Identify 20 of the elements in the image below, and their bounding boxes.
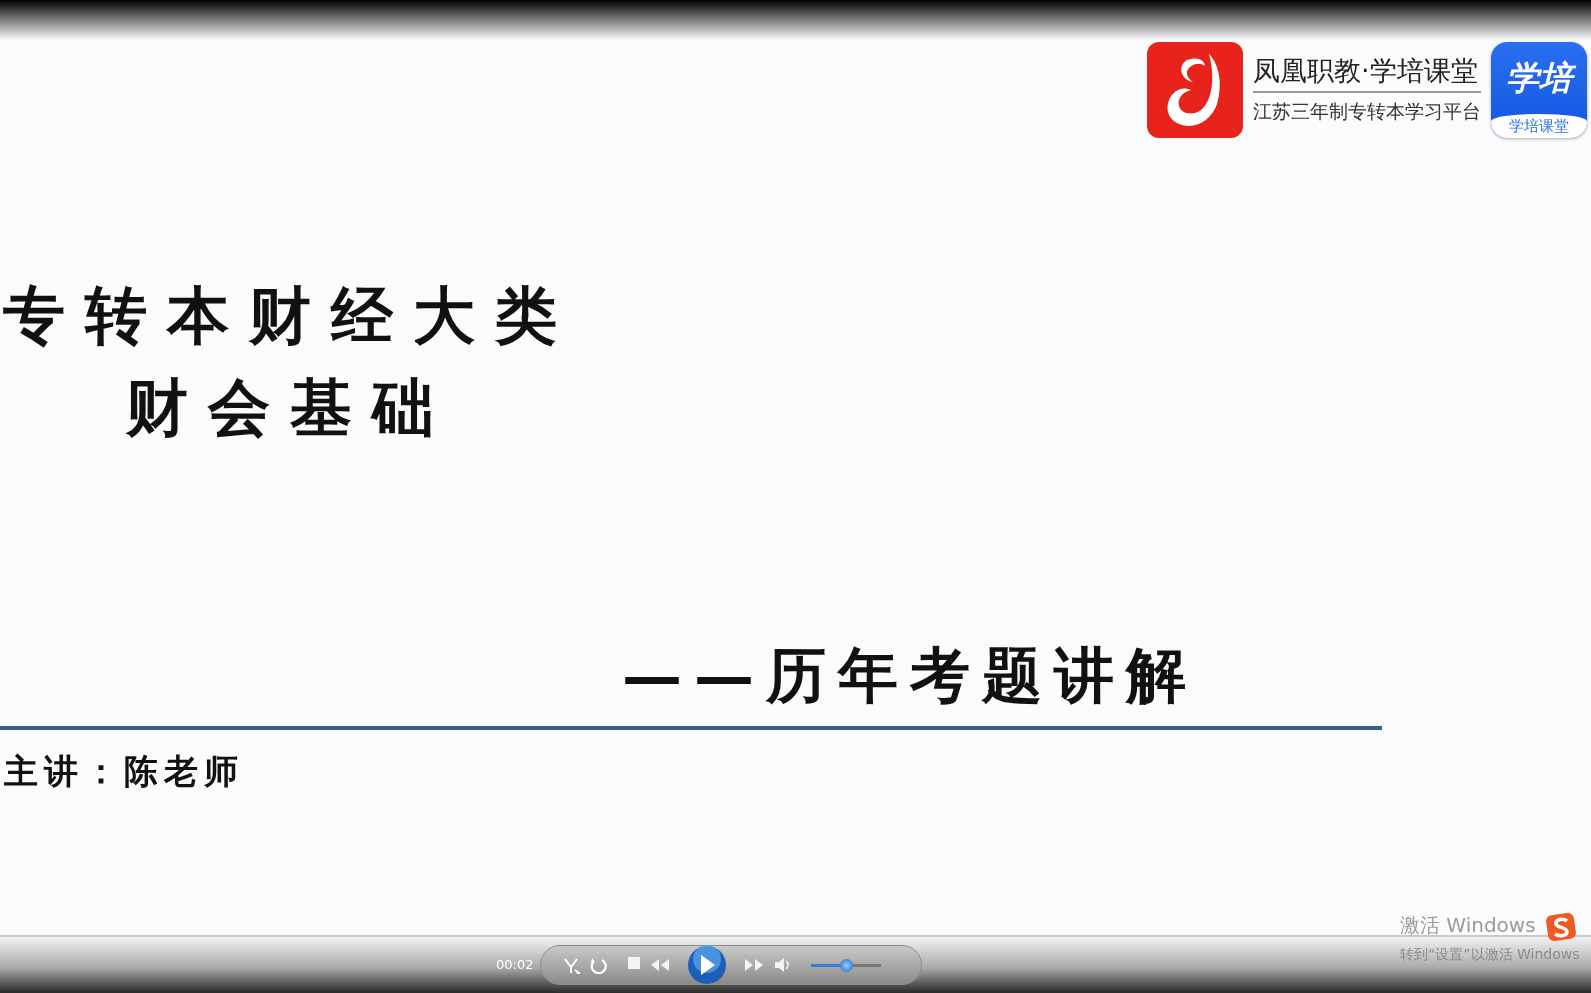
speaker-icon — [773, 956, 791, 974]
slide-subtitle: ——历年考题讲解 — [622, 639, 1198, 712]
rewind-icon — [649, 956, 671, 974]
app-logo-caption: 学培课堂 — [1491, 114, 1587, 138]
play-button[interactable] — [687, 945, 727, 985]
speaker-text: 主讲：陈老师 — [3, 750, 245, 793]
fast-forward-icon — [743, 956, 765, 974]
play-icon — [687, 945, 727, 985]
activation-hint: 转到“设置”以激活 Windows — [1400, 945, 1580, 963]
time-display: 00:02 — [496, 956, 535, 975]
input-method-icon[interactable] — [1546, 913, 1576, 941]
repeat-icon — [589, 956, 607, 974]
activation-title: 激活 Windows — [1400, 913, 1536, 937]
slide-title: 财会基础 — [126, 370, 454, 446]
volume-thumb[interactable] — [840, 958, 853, 972]
brand-tagline: 江苏三年制专转本学习平台 — [1253, 98, 1481, 124]
app-logo-label: 学培 — [1491, 42, 1587, 114]
brand-name: 凤凰职教·学培课堂 — [1253, 54, 1481, 93]
slide-title: 专转本财经大类 — [3, 278, 577, 354]
shuffle-icon — [563, 956, 581, 974]
